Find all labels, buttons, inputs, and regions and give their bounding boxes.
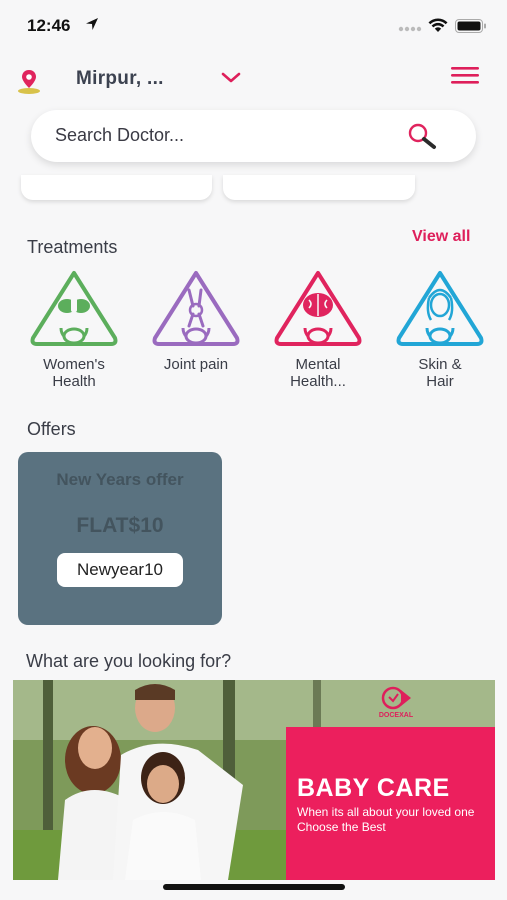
- signal-icon: [398, 26, 422, 32]
- mental-health-icon: [274, 271, 362, 346]
- treatment-label: Joint pain: [163, 356, 229, 373]
- treatment-label: Skin &: [418, 356, 462, 373]
- skin-hair-icon: [396, 271, 484, 346]
- chevron-down-icon[interactable]: [221, 72, 241, 84]
- wifi-icon: [428, 18, 448, 32]
- status-time: 12:46: [27, 16, 71, 35]
- treatment-label: Health...: [290, 373, 346, 390]
- banner-subtitle: When its all about your loved one Choose…: [297, 805, 475, 834]
- looking-for-title: What are you looking for?: [26, 651, 232, 671]
- offer-card[interactable]: New Years offer FLAT$10 Newyear10: [18, 452, 222, 625]
- treatment-item-mental-health[interactable]: Mental Health...: [268, 268, 368, 390]
- treatment-label: Women's: [43, 356, 105, 373]
- location-name[interactable]: Mirpur, ...: [76, 68, 164, 90]
- treatment-item-skin-hair[interactable]: Skin & Hair: [390, 268, 490, 390]
- treatments-title: Treatments: [27, 237, 118, 257]
- view-all-link[interactable]: View all: [412, 228, 470, 246]
- search-icon[interactable]: [406, 122, 440, 152]
- home-indicator[interactable]: [163, 884, 345, 890]
- joint-pain-icon: [152, 271, 240, 346]
- battery-icon: [455, 19, 486, 33]
- women-health-icon: [30, 271, 118, 346]
- baby-care-banner[interactable]: BABY CARE When its all about your loved …: [13, 680, 495, 880]
- treatment-label: Mental: [295, 356, 341, 373]
- offer-title: New Years offer: [56, 470, 184, 489]
- docexal-logo-icon: [381, 686, 411, 710]
- app-header: Mirpur, ...: [0, 55, 507, 100]
- search-bar[interactable]: [31, 110, 476, 162]
- coupon-code-button[interactable]: Newyear10: [57, 553, 183, 587]
- offer-amount: FLAT$10: [76, 514, 164, 537]
- offers-title: Offers: [27, 419, 76, 439]
- banner-promo-panel: BABY CARE When its all about your loved …: [286, 727, 495, 880]
- treatment-label: Health: [52, 373, 96, 390]
- category-card-partial[interactable]: [223, 175, 415, 200]
- treatment-label: Hair: [426, 373, 454, 390]
- location-arrow-icon: [86, 18, 98, 30]
- hamburger-menu-icon[interactable]: [450, 65, 480, 85]
- brand-logo: DOCEXAL: [366, 684, 426, 719]
- treatment-item-womens-health[interactable]: Women's Health: [24, 268, 124, 390]
- location-pin-icon[interactable]: [16, 67, 42, 95]
- category-card-partial[interactable]: [21, 175, 212, 200]
- search-input[interactable]: [55, 125, 395, 146]
- status-bar: 12:46: [0, 0, 507, 50]
- treatment-item-joint-pain[interactable]: Joint pain: [146, 268, 246, 373]
- banner-title: BABY CARE: [297, 774, 450, 802]
- brand-name: DOCEXAL: [378, 712, 414, 719]
